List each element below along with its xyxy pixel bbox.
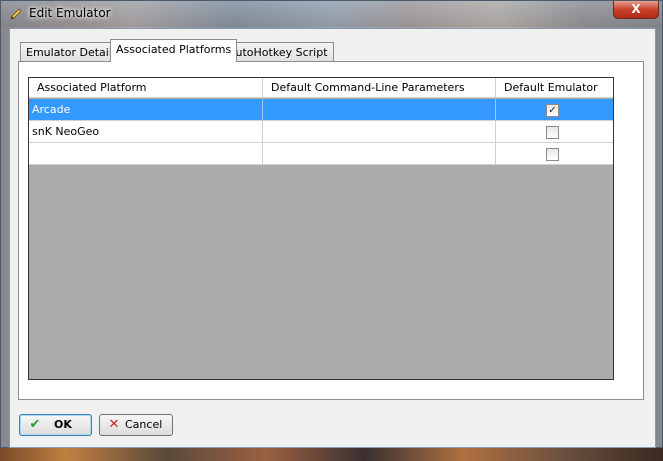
default-cell xyxy=(496,121,613,143)
grid-header: Associated Platform Default Command-Line… xyxy=(29,78,613,98)
tab-autohotkey-script[interactable]: AutoHotkey Script xyxy=(222,42,334,62)
parameters-cell[interactable] xyxy=(263,99,496,121)
tab-associated-platforms[interactable]: Associated Platforms xyxy=(110,39,238,62)
table-row[interactable]: snK NeoGeo xyxy=(29,121,613,143)
default-emulator-checkbox[interactable] xyxy=(546,148,559,161)
default-cell: ✓ xyxy=(496,99,613,121)
table-row[interactable]: Arcade ✓ xyxy=(29,99,613,121)
default-emulator-checkbox[interactable]: ✓ xyxy=(546,104,559,117)
column-header-platform[interactable]: Associated Platform xyxy=(29,78,263,98)
parameters-cell[interactable] xyxy=(263,143,496,165)
table-row-new[interactable] xyxy=(29,143,613,165)
ok-label: OK xyxy=(54,418,72,431)
default-cell xyxy=(496,143,613,165)
check-icon: ✔ xyxy=(29,417,41,432)
ok-button[interactable]: ✔ OK xyxy=(19,414,92,436)
platforms-grid[interactable]: Associated Platform Default Command-Line… xyxy=(28,77,614,380)
close-button[interactable]: X xyxy=(613,1,659,19)
tab-emulator-details[interactable]: Emulator Details xyxy=(20,42,124,62)
x-icon: ✕ xyxy=(108,417,120,432)
column-header-default[interactable]: Default Emulator xyxy=(496,78,613,98)
window-title: Edit Emulator xyxy=(29,6,111,20)
close-icon: X xyxy=(631,2,641,16)
pencil-icon xyxy=(10,8,22,20)
background-strip xyxy=(0,448,663,461)
platform-cell[interactable] xyxy=(29,143,263,165)
parameters-cell[interactable] xyxy=(263,121,496,143)
platform-cell[interactable]: snK NeoGeo xyxy=(29,121,263,143)
column-header-parameters[interactable]: Default Command-Line Parameters xyxy=(263,78,496,98)
platform-cell[interactable]: Arcade xyxy=(29,99,263,121)
cancel-button[interactable]: ✕ Cancel xyxy=(99,414,173,436)
title-bar[interactable]: Edit Emulator X xyxy=(1,1,662,27)
cancel-label: Cancel xyxy=(125,418,163,431)
default-emulator-checkbox[interactable] xyxy=(546,126,559,139)
